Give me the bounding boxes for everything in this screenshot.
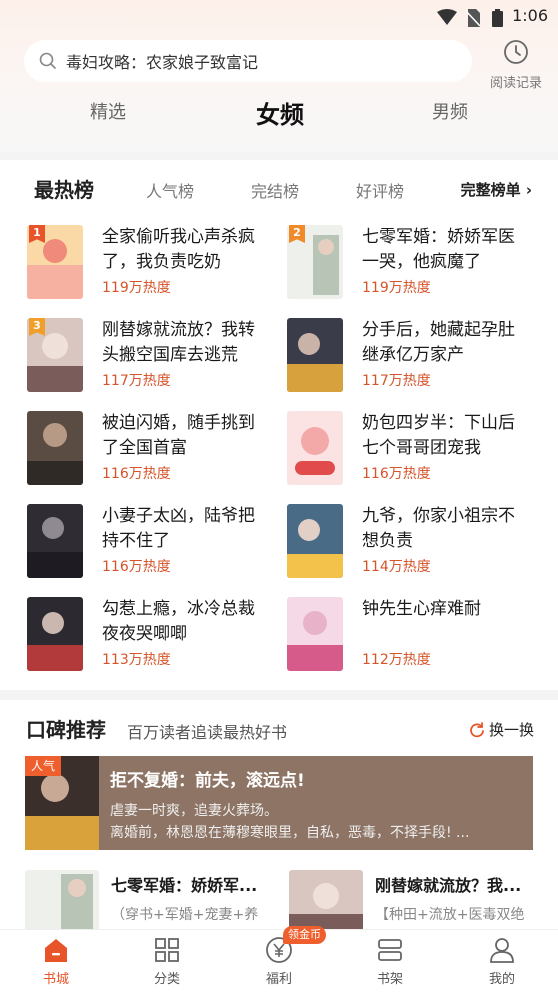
book-heat: 116万热度 <box>102 466 171 482</box>
book-heat: 119万热度 <box>102 280 171 296</box>
battery-icon <box>492 9 503 27</box>
ranking-book-3[interactable]: 3 刚替嫁就流放？我转头搬空国库去逃荒 117万热度 <box>27 318 277 394</box>
book-title: 分手后，她藏起孕肚继承亿万家产 <box>362 320 515 365</box>
wifi-icon <box>437 9 457 25</box>
refresh-icon <box>470 721 484 737</box>
book-heat: 119万热度 <box>362 280 431 296</box>
tab-label: 福利 <box>265 972 292 987</box>
ranking-book-4[interactable]: 分手后，她藏起孕肚继承亿万家产 117万热度 <box>287 318 537 394</box>
book-cover <box>287 597 343 671</box>
book-heat: 117万热度 <box>362 373 431 389</box>
clock-icon <box>504 40 528 64</box>
tab-category[interactable]: 分类 <box>127 936 207 987</box>
banner-desc-2: 离婚前，林恩恩在薄穆寒眼里，自私，恶毒，不择手段! ... <box>110 825 470 841</box>
tab-label: 书架 <box>376 972 403 987</box>
book-heat: 112万热度 <box>362 652 431 668</box>
book-cover <box>27 504 83 578</box>
tab-female[interactable]: 女频 <box>256 95 304 130</box>
book-cover <box>25 870 99 932</box>
book-cover: 1 <box>27 225 83 299</box>
book-title: 被迫闪婚，随手挑到了全国首富 <box>102 413 255 458</box>
book-title: 刚替嫁就流放？我... <box>375 876 522 895</box>
ranking-section: 最热榜 人气榜 完结榜 好评榜 完整榜单 › 1 全家偷听我心声杀疯了，我负责吃… <box>0 160 558 690</box>
popular-tag: 人气 <box>25 756 62 776</box>
book-cover <box>287 318 343 392</box>
book-title: 勾惹上瘾，冰冷总裁夜夜哭唧唧 <box>102 599 255 644</box>
ranking-book-1[interactable]: 1 全家偷听我心声杀疯了，我负责吃奶 119万热度 <box>27 225 277 301</box>
ranking-title: 最热榜 <box>34 178 94 202</box>
tab-popularity[interactable]: 人气榜 <box>146 178 194 202</box>
ranking-book-9[interactable]: 勾惹上瘾，冰冷总裁夜夜哭唧唧 113万热度 <box>27 597 277 673</box>
book-title: 全家偷听我心声杀疯了，我负责吃奶 <box>102 227 255 272</box>
search-placeholder: 毒妇攻略：农家娘子致富记 <box>66 53 259 72</box>
book-title: 九爷，你家小祖宗不想负责 <box>362 506 515 551</box>
banner-title: 拒不复婚：前夫，滚远点! <box>110 771 305 791</box>
book-cover <box>27 597 83 671</box>
recommend-subtitle: 百万读者追读最热好书 <box>127 723 288 742</box>
banner-desc-1: 虐妻一时爽，追妻火葬场。 <box>110 803 278 819</box>
book-cover <box>287 504 343 578</box>
book-heat: 117万热度 <box>102 373 171 389</box>
tab-completed[interactable]: 完结榜 <box>251 178 299 202</box>
ranking-book-10[interactable]: 钟先生心痒难耐 112万热度 <box>287 597 537 673</box>
book-tags: 【种田+流放+医毒双绝 <box>375 907 525 923</box>
book-title: 七零军婚：娇娇军医一哭，他疯魔了 <box>362 227 515 272</box>
tab-male[interactable]: 男频 <box>432 98 468 124</box>
tab-label: 我的 <box>488 972 515 987</box>
category-icon <box>155 938 179 962</box>
ranking-book-7[interactable]: 小妻子太凶，陆爷把持不住了 116万热度 <box>27 504 277 580</box>
book-cover: 2 <box>287 225 343 299</box>
search-input[interactable]: 毒妇攻略：农家娘子致富记 <box>24 40 472 82</box>
ranking-book-8[interactable]: 九爷，你家小祖宗不想负责 114万热度 <box>287 504 537 580</box>
ranking-header: 最热榜 人气榜 完结榜 好评榜 完整榜单 › <box>0 174 558 206</box>
book-heat: 116万热度 <box>362 466 431 482</box>
ranking-book-6[interactable]: 奶包四岁半：下山后七个哥哥团宠我 116万热度 <box>287 411 537 487</box>
tab-label: 书城 <box>42 972 69 987</box>
ranking-book-5[interactable]: 被迫闪婚，随手挑到了全国首富 116万热度 <box>27 411 277 487</box>
book-heat: 113万热度 <box>102 652 171 668</box>
full-ranking-link[interactable]: 完整榜单 › <box>461 179 532 200</box>
no-sim-icon <box>466 9 480 27</box>
status-time: 1:06 <box>512 6 548 25</box>
bookstore-icon <box>45 939 67 962</box>
tab-bookshelf[interactable]: 书架 <box>350 936 430 987</box>
book-title: 小妻子太凶，陆爷把持不住了 <box>102 506 255 551</box>
status-bar: 1:06 <box>0 0 558 34</box>
book-cover <box>27 411 83 485</box>
tab-featured[interactable]: 精选 <box>90 98 126 124</box>
bottom-tab-bar: 书城 分类 福利 书架 我的 <box>0 929 558 992</box>
book-cover <box>287 411 343 485</box>
channel-tabs: 精选 女频 男频 <box>0 98 558 138</box>
featured-book-banner[interactable]: 人气 拒不复婚：前夫，滚远点! 虐妻一时爽，追妻火葬场。 离婚前，林恩恩在薄穆寒… <box>25 756 533 850</box>
book-tags: （穿书+军婚+宠妻+养 <box>111 907 259 923</box>
coin-badge[interactable]: 领金币 <box>283 926 326 944</box>
tab-label: 分类 <box>153 972 180 987</box>
recommend-section: 口碑推荐 百万读者追读最热好书 换一换 人气 拒不复婚：前夫，滚远点! 虐妻一时… <box>0 700 558 940</box>
tab-bookstore[interactable]: 书城 <box>16 936 96 987</box>
reading-history-label: 阅读记录 <box>489 76 542 91</box>
refresh-label: 换一换 <box>488 721 534 739</box>
recommend-title: 口碑推荐 <box>26 718 106 742</box>
book-title: 刚替嫁就流放？我转头搬空国库去逃荒 <box>102 320 255 365</box>
user-icon <box>490 938 514 963</box>
book-heat: 114万热度 <box>362 559 431 575</box>
book-cover <box>289 870 363 932</box>
book-title: 奶包四岁半：下山后七个哥哥团宠我 <box>362 413 515 458</box>
tab-rated[interactable]: 好评榜 <box>356 178 404 202</box>
bookshelf-icon <box>378 939 402 961</box>
book-heat: 116万热度 <box>102 559 171 575</box>
reading-history-button[interactable]: 阅读记录 <box>484 38 548 91</box>
book-cover: 3 <box>27 318 83 392</box>
search-icon <box>39 52 56 69</box>
refresh-button[interactable]: 换一换 <box>469 719 534 740</box>
book-title: 七零军婚：娇娇军... <box>111 876 258 895</box>
tab-profile[interactable]: 我的 <box>462 936 542 987</box>
ranking-book-2[interactable]: 2 七零军婚：娇娇军医一哭，他疯魔了 119万热度 <box>287 225 537 301</box>
book-title: 钟先生心痒难耐 <box>362 599 481 619</box>
